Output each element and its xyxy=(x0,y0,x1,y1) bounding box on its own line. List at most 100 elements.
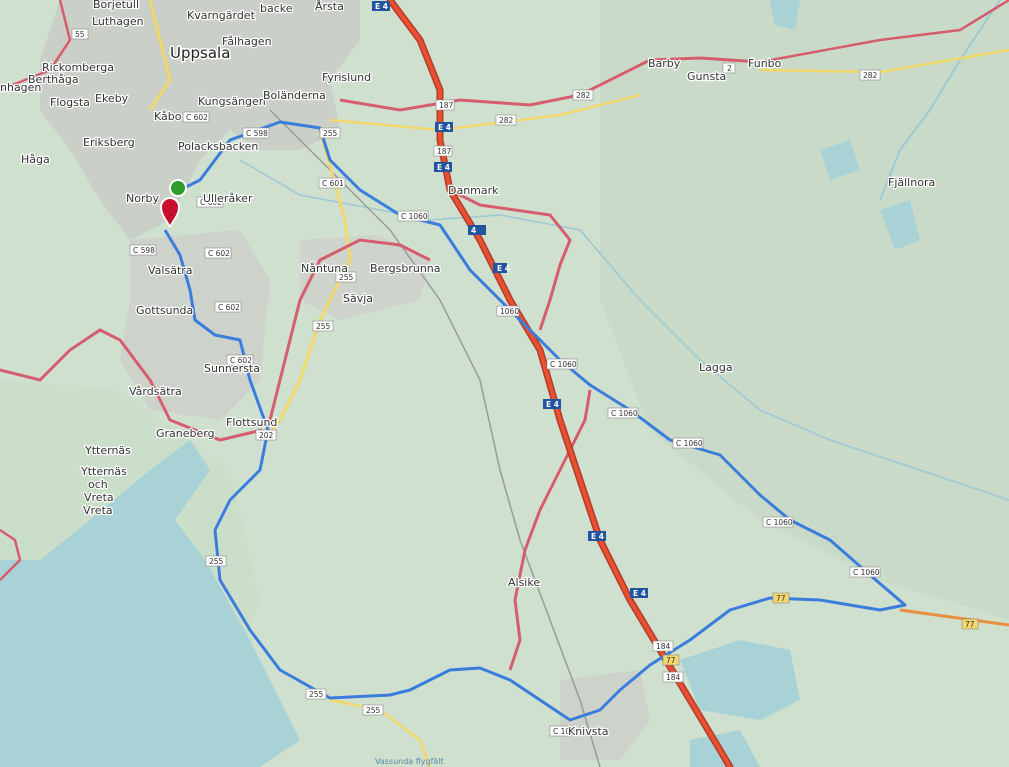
e4-label: E 4 xyxy=(497,264,510,273)
place-label: Norby xyxy=(126,192,159,205)
place-label: Vreta xyxy=(83,504,113,517)
e4-label: E 4 xyxy=(438,123,451,132)
svg-text:184: 184 xyxy=(666,673,681,682)
place-label: Funbo xyxy=(748,57,782,70)
svg-text:77: 77 xyxy=(965,620,975,629)
road-shield: 77 xyxy=(772,592,790,604)
place-label: Vreta xyxy=(84,491,114,504)
place-label: Flogsta xyxy=(50,96,90,109)
place-label: Vårdsätra xyxy=(129,385,182,398)
svg-text:1060: 1060 xyxy=(500,307,519,316)
place-label: Årsta xyxy=(315,0,344,13)
road-shield: C 598 xyxy=(242,127,270,139)
place-label: Gottsunda xyxy=(136,304,193,317)
svg-text:187: 187 xyxy=(437,147,452,156)
road-shield: 187 xyxy=(433,145,453,157)
road-shield: 184 xyxy=(652,640,674,652)
road-shield: C 1060 xyxy=(397,210,429,222)
e4-shield: E 4 xyxy=(372,1,390,11)
svg-text:77: 77 xyxy=(776,594,786,603)
place-label: Fyrislund xyxy=(322,71,371,84)
road-shield: C 601 xyxy=(318,177,346,189)
svg-text:C 1060: C 1060 xyxy=(550,360,577,369)
svg-text:C 602: C 602 xyxy=(208,249,230,258)
road-shield: 187 xyxy=(435,99,455,111)
map-view[interactable]: E 4 E 4 E 4 4 E 4 E 4 E 4 E 4 55 187 187… xyxy=(0,0,1009,767)
svg-text:282: 282 xyxy=(863,71,878,80)
road-shield: C 1060 xyxy=(607,407,639,419)
road-shield: C 602 xyxy=(204,247,232,259)
place-label: Barby xyxy=(648,57,681,70)
road-shield: C 598 xyxy=(129,244,157,256)
road-shield: 184 xyxy=(662,671,684,683)
svg-text:255: 255 xyxy=(309,690,324,699)
place-label: Ulleråker xyxy=(203,192,253,205)
place-label: Fålhagen xyxy=(222,35,272,48)
place-label: Håga xyxy=(21,153,50,166)
e4-shield: E 4 xyxy=(493,263,510,273)
place-label: Alsike xyxy=(508,576,540,589)
svg-text:C 1060: C 1060 xyxy=(676,439,703,448)
place-label: nhagen xyxy=(0,81,41,94)
place-label: Ytternäs xyxy=(84,444,131,457)
road-shield: C 1060 xyxy=(546,358,578,370)
place-label: Knivsta xyxy=(568,725,609,738)
svg-text:77: 77 xyxy=(666,656,676,665)
svg-text:187: 187 xyxy=(439,101,454,110)
road-shield: 282 xyxy=(859,69,881,81)
e4-label: E 4 xyxy=(375,2,388,11)
start-marker[interactable] xyxy=(169,179,187,197)
place-label: Luthagen xyxy=(92,15,144,28)
e4-label: 4 xyxy=(471,226,476,235)
map-canvas[interactable]: E 4 E 4 E 4 4 E 4 E 4 E 4 E 4 55 187 187… xyxy=(0,0,1009,767)
e4-label: E 4 xyxy=(633,589,646,598)
road-shield: C 602 xyxy=(214,301,242,313)
svg-text:255: 255 xyxy=(323,129,338,138)
svg-text:C 598: C 598 xyxy=(246,129,268,138)
place-label: Ytternäs xyxy=(80,465,127,478)
place-label: Graneberg xyxy=(156,427,215,440)
e4-shield: E 4 xyxy=(543,399,561,409)
svg-text:C 1060: C 1060 xyxy=(853,568,880,577)
svg-text:255: 255 xyxy=(366,706,381,715)
svg-text:255: 255 xyxy=(316,322,331,331)
e4-shield: 4 xyxy=(468,225,486,235)
place-label: Bergsbrunna xyxy=(370,262,441,275)
svg-text:202: 202 xyxy=(259,431,274,440)
road-shield: C 1060 xyxy=(672,437,704,449)
svg-text:282: 282 xyxy=(576,91,591,100)
place-label: Kåbo xyxy=(154,110,182,123)
road-shield: C 1060 xyxy=(762,516,794,528)
place-label: Polacksbacken xyxy=(178,140,258,153)
place-label: Sunnersta xyxy=(204,362,260,375)
svg-text:2: 2 xyxy=(727,64,732,73)
road-shield: C 1060 xyxy=(849,566,881,578)
svg-text:255: 255 xyxy=(209,557,224,566)
place-label: Valsätra xyxy=(148,264,193,277)
place-label: Vassunda flygfält xyxy=(375,757,444,766)
road-shield: 202 xyxy=(255,429,277,441)
place-label: Eriksberg xyxy=(83,136,135,149)
e4-label: E 4 xyxy=(437,163,450,172)
place-label: Kungsängen xyxy=(198,95,266,108)
svg-text:C 1060: C 1060 xyxy=(766,518,793,527)
svg-text:C 1060: C 1060 xyxy=(611,409,638,418)
place-label: Sävja xyxy=(343,292,373,305)
place-label: Fjällnora xyxy=(888,176,935,189)
place-label: Flottsund xyxy=(226,416,277,429)
svg-text:55: 55 xyxy=(75,30,85,39)
road-shield: 255 xyxy=(362,704,384,716)
road-shield: 282 xyxy=(495,114,517,126)
svg-text:282: 282 xyxy=(499,116,514,125)
road-shield: C 602 xyxy=(182,111,210,123)
place-label: Danmark xyxy=(448,184,499,197)
svg-text:C 601: C 601 xyxy=(322,179,344,188)
place-label: Ekeby xyxy=(95,92,129,105)
road-shield: 255 xyxy=(205,555,227,567)
place-label: Nåntuna xyxy=(301,262,348,275)
e4-label: E 4 xyxy=(546,400,559,409)
place-label: Lagga xyxy=(699,361,733,374)
e4-shield: E 4 xyxy=(630,588,648,598)
svg-text:C 602: C 602 xyxy=(186,113,208,122)
svg-text:C 598: C 598 xyxy=(133,246,155,255)
